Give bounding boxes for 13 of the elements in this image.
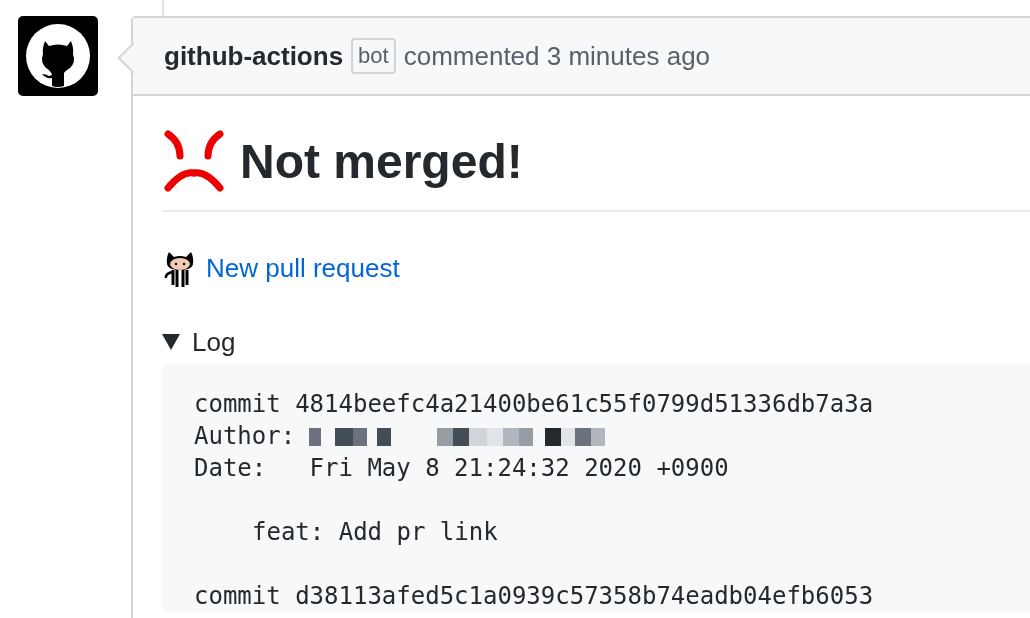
avatar-icon[interactable] <box>18 16 98 96</box>
comment-heading: Not merged! <box>240 133 523 189</box>
code-line: Author: <box>194 421 296 452</box>
code-line: commit d38113afed5c1a0939c57358b74eadb04efb6053 <box>194 582 874 610</box>
code-line: Date: Fri May 8 21:24:32 2020 +0900 <box>194 454 729 482</box>
anger-icon <box>162 129 226 193</box>
comment-time: commented 3 minutes ago <box>403 40 711 72</box>
log-toggle[interactable]: Log <box>162 324 1030 360</box>
bot-label: bot <box>351 38 396 74</box>
code-line: commit 4814beefc4a21400be61c55f0799d51336db7a3a <box>194 390 874 418</box>
pull-request-link[interactable]: New pull request <box>206 252 400 284</box>
code-line: feat: Add pr link <box>252 518 498 546</box>
author-name[interactable]: github-actions <box>164 40 344 72</box>
